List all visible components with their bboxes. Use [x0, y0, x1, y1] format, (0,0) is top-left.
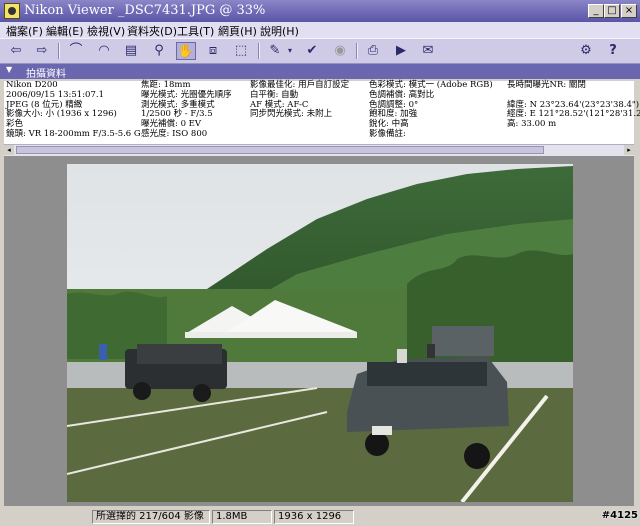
shooting-info-panel: Nikon D200 2006/09/15 13:51:07.1 JPEG (8…: [4, 80, 640, 144]
fullscreen-icon[interactable]: ⬚: [231, 42, 251, 60]
toolbar: ⇦ ⇨ ⌒ ◠ ▤ ⚲ ✋ ⧈ ⬚ ✎ ▾ ✔ ◉ ⎙ ▶ ✉ ⚙ ?: [0, 38, 640, 64]
status-filesize: 1.8MB: [212, 510, 272, 524]
status-bar: 所選擇的 217/604 影像 1.8MB 1936 x 1296 #4125: [0, 508, 640, 526]
fit-icon[interactable]: ⧈: [203, 42, 223, 60]
photo-preview[interactable]: [67, 164, 573, 502]
info-column-color: 色彩模式: 模式一 (Adobe RGB) 色調補償: 高對比 色調調整: 0°…: [369, 80, 493, 140]
info-column-camera: Nikon D200 2006/09/15 13:51:07.1 JPEG (8…: [6, 80, 141, 140]
info-column-optimization: 影像最佳化: 用戶自訂設定 白平衡: 自動 AF 模式: AF-C 同步閃光模式…: [250, 80, 349, 120]
menu-folder[interactable]: 資料夾(D): [127, 23, 177, 39]
forward-arrow-icon[interactable]: ⇨: [32, 42, 52, 60]
nikon-viewer-window: Nikon Viewer _DSC7431.JPG @ 33% _ □ × 檔案…: [0, 0, 640, 526]
image-viewer-area[interactable]: [4, 156, 634, 506]
disabled-icon: ◉: [334, 43, 346, 58]
window-title: Nikon Viewer _DSC7431.JPG @ 33%: [24, 3, 266, 18]
settings-icon[interactable]: ⚙: [576, 42, 596, 60]
edit-icon[interactable]: ✎: [265, 42, 285, 60]
collapse-chevron-icon[interactable]: ▼: [6, 65, 12, 74]
title-bar[interactable]: Nikon Viewer _DSC7431.JPG @ 33% _ □ ×: [0, 0, 640, 22]
check-icon[interactable]: ✔: [302, 42, 322, 60]
minimize-button[interactable]: _: [588, 4, 604, 18]
photo-image: [67, 164, 573, 502]
back-arrow-icon[interactable]: ⇦: [6, 42, 26, 60]
info-line: 影像大小: 小 (1936 x 1296): [6, 109, 117, 120]
shooting-info-label: 拍攝資料: [26, 69, 66, 80]
dropdown-icon[interactable]: ▾: [285, 42, 295, 60]
rotate-right-icon[interactable]: ◠: [94, 42, 114, 60]
status-dimensions: 1936 x 1296: [274, 510, 354, 524]
menu-web[interactable]: 網頁(H): [218, 23, 257, 39]
menu-view[interactable]: 檢視(V): [87, 23, 125, 39]
menu-edit[interactable]: 編輯(E): [46, 23, 84, 39]
mail-icon[interactable]: ✉: [418, 42, 438, 60]
scroll-thumb[interactable]: [16, 146, 544, 154]
scroll-left-arrow-icon[interactable]: ◂: [4, 145, 14, 155]
maximize-button[interactable]: □: [604, 4, 620, 18]
rotate-left-icon[interactable]: ⌒: [66, 42, 86, 60]
info-line: 同步閃光模式: 未附上: [250, 109, 333, 120]
info-line: 鏡頭: VR 18-200mm F/3.5-5.6 G: [6, 128, 141, 139]
print-icon[interactable]: ⎙: [363, 42, 383, 60]
hand-icon[interactable]: ✋: [176, 42, 196, 60]
info-icon[interactable]: ▤: [121, 42, 141, 60]
shooting-info-header[interactable]: ▼ 拍攝資料: [0, 64, 640, 80]
menu-bar: 檔案(F) 編輯(E) 檢視(V) 資料夾(D) 工具(T) 網頁(H) 說明(…: [0, 22, 640, 38]
close-button[interactable]: ×: [621, 4, 637, 18]
info-line: 感光度: ISO 800: [141, 128, 208, 139]
info-horizontal-scrollbar[interactable]: ◂ ▸: [4, 144, 634, 156]
info-line: 高: 33.00 m: [507, 119, 557, 130]
app-icon[interactable]: [4, 3, 20, 19]
scroll-right-arrow-icon[interactable]: ▸: [624, 145, 634, 155]
slideshow-icon[interactable]: ▶: [391, 42, 411, 60]
menu-tools[interactable]: 工具(T): [177, 23, 214, 39]
info-line: 長時間曝光NR: 關閉: [507, 80, 586, 90]
menu-file[interactable]: 檔案(F): [6, 23, 43, 39]
menu-help[interactable]: 說明(H): [260, 23, 299, 39]
info-line: 影像備註:: [369, 128, 406, 139]
status-selection: 所選擇的 217/604 影像: [92, 510, 210, 524]
zoom-icon[interactable]: ⚲: [149, 42, 169, 60]
corner-tag: #4125: [601, 510, 638, 521]
help-icon[interactable]: ?: [603, 42, 623, 60]
info-column-gps: 長時間曝光NR: 關閉 緯度: N 23°23.64'(23°23'38.4")…: [507, 80, 640, 130]
info-column-exposure: 焦距: 18mm 曝光模式: 光圈優先順序 測光模式: 多重模式 1/2500 …: [141, 80, 232, 140]
